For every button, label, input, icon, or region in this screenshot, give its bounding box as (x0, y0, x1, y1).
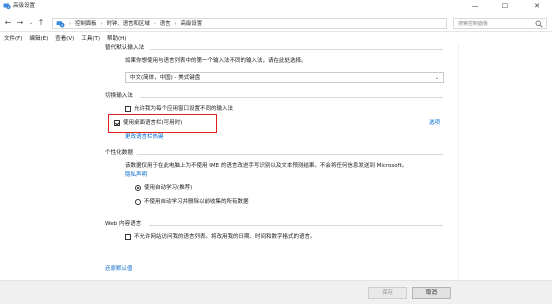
forward-arrow-icon: → (16, 18, 24, 27)
menu-bar: 文件(F) 编辑(E) 查看(V) 工具(T) 帮助(H) (0, 34, 552, 44)
close-button[interactable]: ✕ (526, 0, 548, 12)
settings-content: 替代默认输入法 如果你想使用与语言列表中的第一个输入法不同的输入法，请在此处选择… (0, 44, 552, 280)
change-hotkey-link[interactable]: 更改语言栏热键 (125, 134, 164, 141)
web-language-label: 不允许网站访问我的语言列表。将改用我的日期、时间和数字格式的语言。 (134, 234, 316, 240)
override-input-title: 替代默认输入法 (105, 45, 145, 51)
web-language-checkbox[interactable] (125, 234, 131, 240)
breadcrumb-separator: › (69, 21, 71, 28)
address-bar[interactable]: › 控制面板 › 时钟、语言和区域 › 语言 › 高级设置 ⌄ ↻ (52, 18, 477, 29)
web-language-title: Web 内容语言 (105, 221, 142, 227)
back-arrow-icon: ← (4, 18, 12, 27)
use-autolearn-label: 使用自动学习(推荐) (144, 185, 193, 191)
per-app-input-label: 允许我为每个应用窗口设置不同的输入法 (134, 106, 234, 112)
override-input-description: 如果你想使用与语言列表中的第一个输入法不同的输入法，请在此处选择。 (125, 58, 307, 64)
menu-file[interactable]: 文件(F) (4, 36, 22, 43)
input-method-select[interactable]: 中文(简体，中国) - 美式键盘 ⌄ (125, 72, 444, 83)
use-autolearn-radio[interactable] (135, 185, 141, 191)
cancel-button[interactable]: 取消 (412, 287, 451, 299)
up-arrow-icon: ↑ (37, 18, 45, 27)
menu-help[interactable]: 帮助(H) (107, 36, 126, 43)
breadcrumb-item-advanced-settings[interactable]: 高级设置 (181, 21, 203, 28)
up-button[interactable]: ↑ (35, 17, 47, 29)
breadcrumb-separator: › (174, 21, 177, 28)
disable-autolearn-radio[interactable] (135, 199, 141, 205)
content-edge (458, 44, 459, 280)
search-input[interactable]: 搜索控制面板 (453, 18, 547, 29)
breadcrumb-item-language[interactable]: 语言 (160, 21, 171, 28)
switch-input-title: 切换输入法 (105, 93, 133, 99)
section-divider (140, 97, 443, 98)
highlight-box (108, 114, 217, 133)
maximize-button[interactable]: ☐ (494, 0, 516, 12)
minimize-icon: — (471, 1, 479, 10)
breadcrumb: › 控制面板 › 时钟、语言和区域 › 语言 › 高级设置 (69, 20, 202, 29)
address-row: ← → ⌄ ↑ › 控制面板 › 时钟、语言和区域 › 语言 › 高级设置 ⌄ … (0, 14, 552, 32)
chevron-down-icon: ⌄ (434, 75, 439, 81)
title-bar: 高级设置 — ☐ ✕ (0, 0, 552, 12)
close-icon: ✕ (534, 1, 540, 10)
section-divider (137, 154, 443, 155)
privacy-statement-link[interactable]: 隐私声明 (125, 172, 147, 179)
menu-tools[interactable]: 工具(T) (81, 36, 100, 43)
search-placeholder: 搜索控制面板 (458, 21, 489, 27)
chevron-down-icon: ⌄ (28, 19, 34, 26)
disable-autolearn-label: 不使用自动学习并删除以前收集的所有数据 (144, 199, 249, 205)
breadcrumb-item-clock-region[interactable]: 时钟、语言和区域 (107, 21, 150, 28)
restore-defaults-link[interactable]: 还原默认值 (105, 266, 133, 273)
section-divider (149, 225, 443, 226)
minimize-button[interactable]: — (464, 0, 486, 12)
breadcrumb-item-control-panel[interactable]: 控制面板 (75, 21, 97, 28)
control-panel-icon (56, 21, 65, 28)
search-icon[interactable] (535, 20, 543, 28)
personalization-title: 个性化数据 (105, 150, 133, 156)
per-app-input-checkbox[interactable] (125, 106, 131, 112)
options-link[interactable]: 选项 (429, 120, 440, 127)
breadcrumb-separator: › (153, 21, 156, 28)
maximize-icon: ☐ (501, 1, 509, 10)
menu-view[interactable]: 查看(V) (55, 36, 74, 43)
input-method-selected: 中文(简体，中国) - 美式键盘 (130, 75, 201, 81)
back-button[interactable]: ← (2, 17, 14, 29)
save-button[interactable]: 保存 (368, 287, 407, 299)
control-panel-icon (3, 3, 11, 9)
breadcrumb-separator: › (100, 21, 103, 28)
personalization-description: 该数据仅用于在此电脑上为不使用 IME 的语言改进手写识别以及文本预测结果。不会… (125, 163, 408, 169)
window-title: 高级设置 (13, 3, 36, 9)
section-divider (150, 49, 443, 50)
menu-edit[interactable]: 编辑(E) (29, 36, 48, 43)
footer-bar: 保存 取消 (0, 280, 552, 304)
